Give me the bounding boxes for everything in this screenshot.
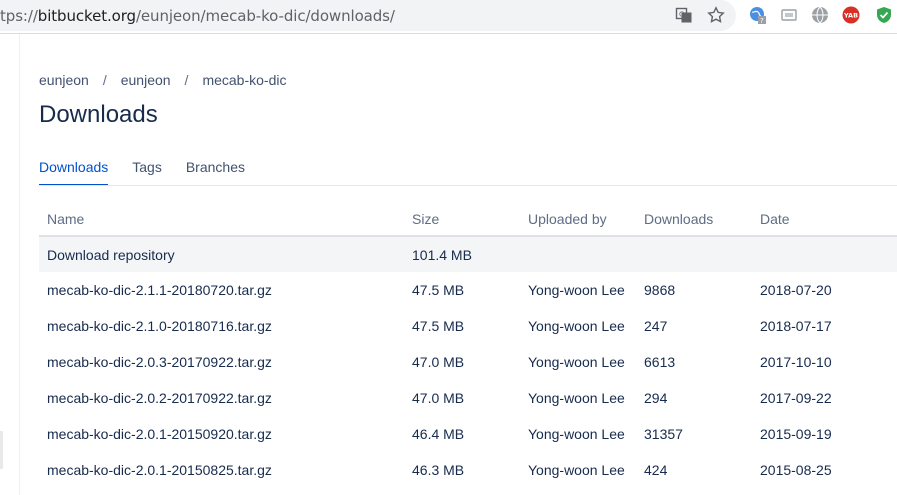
extension-globe-icon[interactable]: ?: [749, 6, 767, 24]
extension-screen-icon[interactable]: [780, 6, 798, 24]
column-header-date[interactable]: Date: [752, 202, 897, 237]
tabs-divider: [39, 185, 897, 186]
svg-text:G: G: [679, 11, 684, 19]
tab-branches[interactable]: Branches: [186, 159, 245, 186]
tab-tags[interactable]: Tags: [132, 159, 162, 186]
upload-date: 2018-07-20: [760, 282, 832, 298]
table-row: mecab-ko-dic-2.0.3-20170922.tar.gz 47.0 …: [39, 344, 897, 380]
breadcrumb-separator: /: [184, 72, 189, 88]
adblock-badge-text: YAB: [843, 12, 858, 20]
page-title: Downloads: [39, 101, 158, 128]
table-row: mecab-ko-dic-2.0.1-20150920.tar.gz 46.4 …: [39, 416, 897, 452]
bookmark-star-icon[interactable]: [707, 6, 725, 24]
download-count: 294: [644, 390, 668, 406]
browser-toolbar: tps://bitbucket.org/eunjeon/mecab-ko-dic…: [0, 0, 897, 34]
table-row: mecab-ko-dic-2.1.0-20180716.tar.gz 47.5 …: [39, 308, 897, 344]
file-size: 47.5 MB: [412, 318, 465, 334]
download-count: 9868: [644, 282, 676, 298]
download-count: 424: [644, 462, 668, 478]
upload-date: 2017-09-22: [760, 390, 832, 406]
downloads-table: Name Size Uploaded by Downloads Date Dow…: [39, 202, 897, 488]
download-count: [636, 236, 752, 272]
file-size: 46.4 MB: [412, 426, 465, 442]
file-link[interactable]: mecab-ko-dic-2.0.1-20150825.tar.gz: [39, 452, 404, 488]
breadcrumb-separator: /: [102, 72, 107, 88]
url-host: bitbucket.org: [37, 7, 136, 25]
file-size: 47.0 MB: [412, 390, 465, 406]
column-header-downloads[interactable]: Downloads: [636, 202, 752, 237]
breadcrumb-project[interactable]: eunjeon: [121, 72, 171, 88]
address-bar[interactable]: tps://bitbucket.org/eunjeon/mecab-ko-dic…: [0, 0, 736, 31]
extension-shield-icon[interactable]: [875, 6, 893, 24]
uploader: Yong-woon Lee: [528, 390, 625, 406]
tab-bar: Downloads Tags Branches: [39, 159, 269, 186]
uploader: Yong-woon Lee: [528, 462, 625, 478]
breadcrumb-repository[interactable]: mecab-ko-dic: [202, 72, 286, 88]
uploader: Yong-woon Lee: [528, 426, 625, 442]
url-text[interactable]: tps://bitbucket.org/eunjeon/mecab-ko-dic…: [0, 7, 395, 25]
svg-text:?: ?: [760, 17, 764, 24]
translate-icon[interactable]: G: [675, 6, 693, 24]
side-panel-handle[interactable]: [0, 431, 3, 469]
table-header-row: Name Size Uploaded by Downloads Date: [39, 202, 897, 237]
table-row: mecab-ko-dic-2.0.1-20150825.tar.gz 46.3 …: [39, 452, 897, 488]
download-count: 31357: [644, 426, 683, 442]
breadcrumb-workspace[interactable]: eunjeon: [39, 72, 89, 88]
extension-adblock-icon[interactable]: YAB: [842, 6, 860, 24]
tab-downloads[interactable]: Downloads: [39, 159, 109, 186]
upload-date: 2015-08-25: [760, 462, 832, 478]
download-count: 247: [644, 318, 668, 334]
download-count: 6613: [644, 354, 676, 370]
uploader: Yong-woon Lee: [528, 318, 625, 334]
file-size: 46.3 MB: [412, 462, 465, 478]
upload-date: 2017-10-10: [760, 354, 832, 370]
file-link[interactable]: mecab-ko-dic-2.1.0-20180716.tar.gz: [39, 308, 404, 344]
upload-date: 2018-07-17: [760, 318, 832, 334]
table-row: mecab-ko-dic-2.0.2-20170922.tar.gz 47.0 …: [39, 380, 897, 416]
file-size: 47.5 MB: [412, 282, 465, 298]
file-link[interactable]: mecab-ko-dic-2.0.1-20150920.tar.gz: [39, 416, 404, 452]
file-link[interactable]: mecab-ko-dic-2.1.1-20180720.tar.gz: [39, 272, 404, 308]
file-link[interactable]: mecab-ko-dic-2.0.3-20170922.tar.gz: [39, 344, 404, 380]
column-header-size[interactable]: Size: [404, 202, 520, 237]
file-link[interactable]: mecab-ko-dic-2.0.2-20170922.tar.gz: [39, 380, 404, 416]
file-size: 101.4 MB: [404, 236, 520, 272]
column-header-name[interactable]: Name: [39, 202, 404, 237]
uploader: Yong-woon Lee: [528, 282, 625, 298]
extension-world-icon[interactable]: [811, 6, 829, 24]
table-row: mecab-ko-dic-2.1.1-20180720.tar.gz 47.5 …: [39, 272, 897, 308]
upload-date: [752, 236, 897, 272]
file-size: 47.0 MB: [412, 354, 465, 370]
upload-date: 2015-09-19: [760, 426, 832, 442]
uploader: Yong-woon Lee: [528, 354, 625, 370]
url-prefix: tps://: [0, 7, 38, 25]
url-path: /eunjeon/mecab-ko-dic/downloads/: [135, 7, 395, 25]
uploader: [520, 236, 636, 272]
download-repository-row[interactable]: Download repository 101.4 MB: [39, 236, 897, 272]
breadcrumb: eunjeon / eunjeon / mecab-ko-dic: [39, 72, 286, 88]
download-repository-link[interactable]: Download repository: [39, 236, 404, 272]
left-edge-panel: [0, 34, 20, 495]
column-header-uploaded-by[interactable]: Uploaded by: [520, 202, 636, 237]
